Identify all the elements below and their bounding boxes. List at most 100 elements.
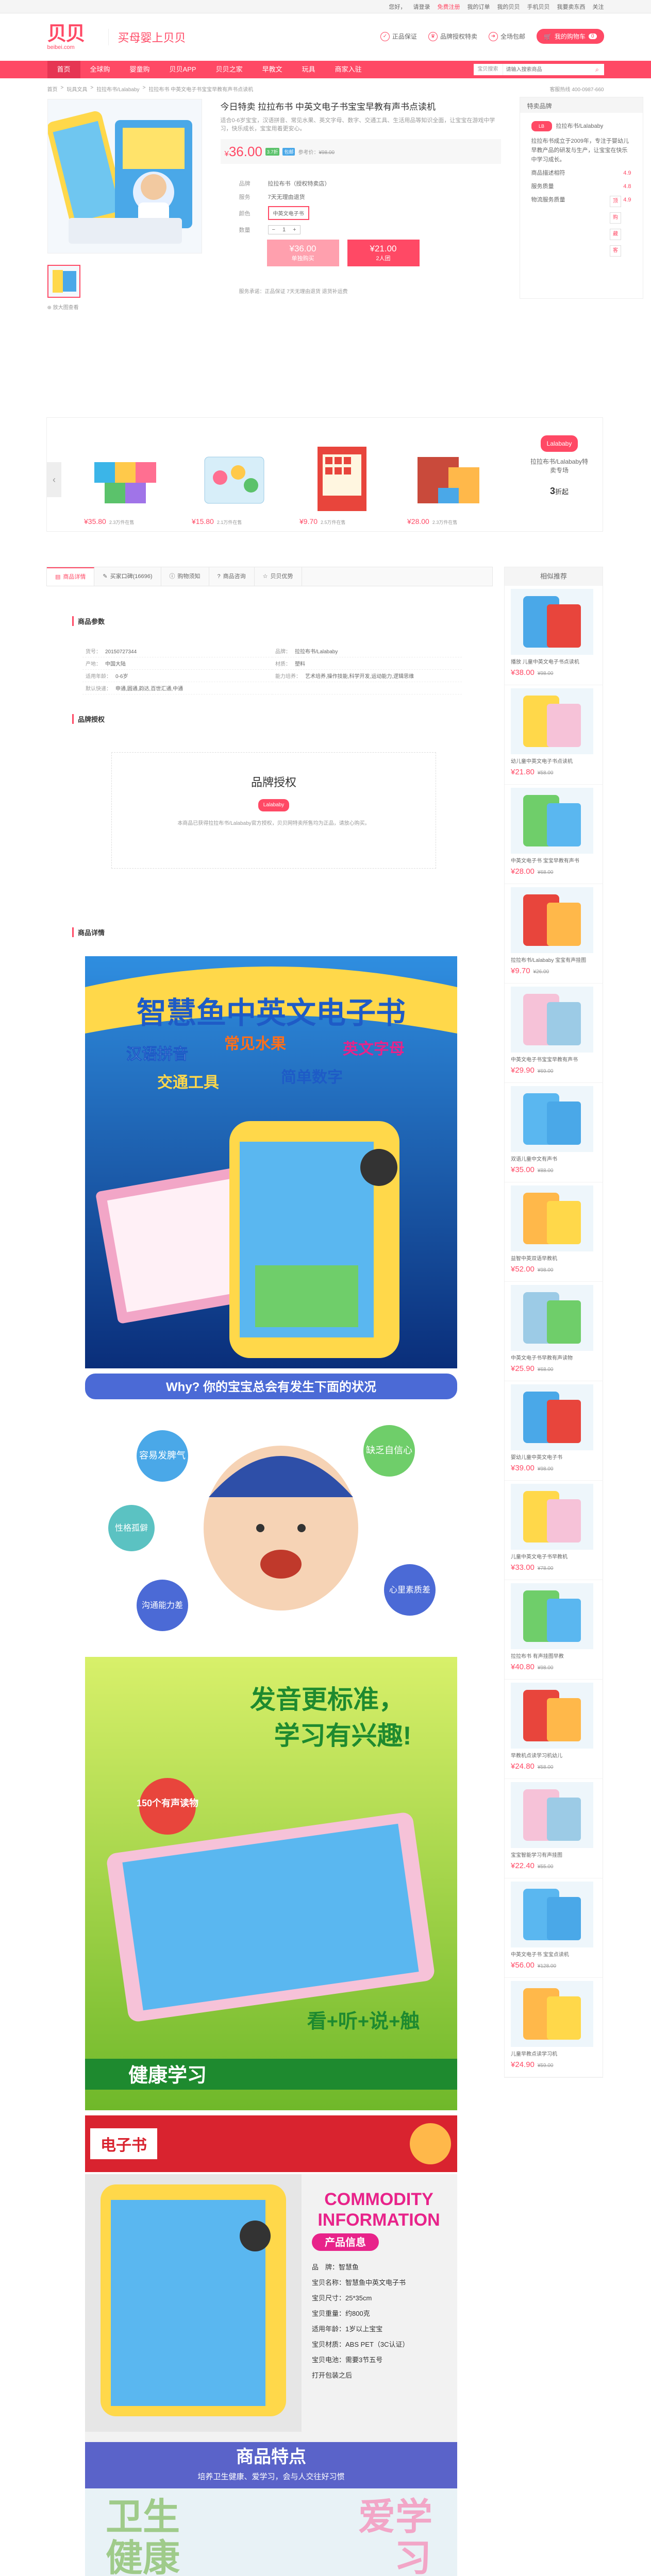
recommend-item-image xyxy=(511,589,593,655)
search-input[interactable] xyxy=(503,64,591,75)
breadcrumb-category[interactable]: 玩具文具 xyxy=(66,85,87,93)
recommend-item[interactable]: 儿童早教点读学习机 ¥24.90 ¥59.00 xyxy=(505,1978,603,2077)
comm-spec: 宝贝名称：智慧鱼中英文电子书 xyxy=(312,2279,406,2286)
search-icon[interactable]: ⌕ xyxy=(590,64,604,75)
recommend-item[interactable]: 宝宝智能学习有声挂图 ¥22.40 ¥55.00 xyxy=(505,1779,603,1878)
ebook-banner-title: 电子书 xyxy=(101,2137,147,2154)
nav-item-edu[interactable]: 早教文 xyxy=(253,61,292,78)
brand-info[interactable]: LB 拉拉布书/Lalababy xyxy=(531,121,631,131)
recommend-item-old-price: ¥88.00 xyxy=(537,1168,554,1174)
recommend-item-old-price: ¥69.00 xyxy=(537,1069,554,1074)
recommend-item[interactable]: 幼儿童中英文电子书点读机 ¥21.80 ¥58.00 xyxy=(505,685,603,785)
nav-item-baby[interactable]: 婴童购 xyxy=(120,61,160,78)
recommend-item[interactable]: 拉拉布书 有声挂图早教 ¥40.80 ¥98.00 xyxy=(505,1580,603,1680)
score-value: 4.8 xyxy=(623,183,631,190)
recommend-item[interactable]: 儿童中英文电子书早教机 ¥33.00 ¥78.00 xyxy=(505,1481,603,1580)
buy-alone-button[interactable]: ¥36.00 单独购买 xyxy=(266,240,339,266)
auth-title: 品牌授权 xyxy=(251,776,296,789)
nav-item-home[interactable]: 首页 xyxy=(47,61,80,78)
feature-word: 习 xyxy=(394,2538,431,2576)
top-follow-link[interactable]: 关注 xyxy=(593,3,604,11)
detail-image-5: COMMODITY INFORMATION 产品信息 品 牌：智慧鱼 宝贝名称：… xyxy=(85,2174,457,2576)
param-row: 默认快递： 申通,圆通,韵达,百世汇通,中通 xyxy=(82,682,462,694)
breadcrumb-home[interactable]: 首页 xyxy=(47,85,58,93)
carousel-item[interactable]: ¥15.80 2.1万件在售 xyxy=(192,442,277,526)
search-bar: 宝贝搜索 ⌕ xyxy=(473,64,604,75)
quantity-value[interactable]: 1 xyxy=(279,226,289,234)
reference-price-label: 参考价： xyxy=(298,149,319,156)
recommend-item[interactable]: 中英文电子书早教有声读物 ¥25.90 ¥68.00 xyxy=(505,1282,603,1381)
chevron-left-icon[interactable]: ‹ xyxy=(47,462,61,497)
service-icon[interactable]: 客 xyxy=(610,245,621,257)
recommend-item-image xyxy=(511,1086,593,1152)
plus-icon[interactable]: + xyxy=(289,226,299,234)
back-to-top-icon[interactable]: 顶 xyxy=(610,196,621,207)
main-nav: 首页 全球购 婴童购 贝贝APP 贝贝之家 早教文 玩具 商家入驻 宝贝搜索 ⌕ xyxy=(0,61,651,78)
guarantee-brand: ♛ 品牌授权特卖 xyxy=(428,31,477,41)
recommend-item-image xyxy=(511,987,593,1053)
tab-reviews[interactable]: ✎ 买家口碑(16696) xyxy=(94,567,161,586)
detail-slogan-1: 发音更标准， xyxy=(250,1685,405,1714)
comm-spec: 宝贝材质：ABS PET（3C认证） xyxy=(312,2341,409,2348)
site-logo[interactable]: 贝贝 beibei.com xyxy=(47,24,99,50)
tab-details[interactable]: ▤ 商品详情 xyxy=(47,567,95,586)
detail-baby-image: Why? 你的宝宝总会有发生下面的状况 容易发脾气 缺乏自信心 性格孤僻 心里素… xyxy=(85,1374,457,1652)
tab-consult[interactable]: ? 商品咨询 xyxy=(209,567,255,586)
recommend-item-price: ¥21.80 ¥58.00 xyxy=(511,768,596,776)
recommend-item-price: ¥24.90 ¥59.00 xyxy=(511,2060,596,2069)
nav-item-toys[interactable]: 玩具 xyxy=(292,61,325,78)
recommend-item-name: 中英文电子书 宝宝点读机 xyxy=(511,1952,569,1958)
nav-item-app[interactable]: 贝贝APP xyxy=(160,61,206,78)
recommend-item[interactable]: 播放 儿童中英文电子书点读机 ¥38.00 ¥98.00 xyxy=(505,586,603,685)
brand-value[interactable]: 拉拉布书（授权特卖店） xyxy=(268,179,330,188)
top-bar: 您好， 请登录 免费注册 我的订单 我的贝贝 手机贝贝 我要卖东西 关注 xyxy=(0,0,651,13)
favorite-icon[interactable]: 藏 xyxy=(610,229,621,240)
nav-item-merchant[interactable]: 商家入驻 xyxy=(325,61,372,78)
nav-item-home2[interactable]: 贝贝之家 xyxy=(206,61,253,78)
recommend-item-name: 中英文电子书 宝宝早教有声书 xyxy=(511,858,579,864)
top-mobile-link[interactable]: 手机贝贝 xyxy=(527,3,550,11)
tab-advantages[interactable]: ☆ 贝贝优势 xyxy=(255,567,302,586)
top-login-link[interactable]: 请登录 xyxy=(413,3,430,11)
tab-notice[interactable]: ⓘ 购物须知 xyxy=(161,567,209,586)
carousel-item[interactable]: ¥35.80 2.3万件在售 xyxy=(84,442,169,526)
option-rows: 品牌 拉拉布书（授权特卖店） 服务 7天无理由退货 颜色 中英文电子书 数量 −1 + xyxy=(221,179,501,234)
nav-item-global[interactable]: 全球购 xyxy=(80,61,120,78)
recommend-item[interactable]: 中英文电子书 宝宝点读机 ¥56.00 ¥128.00 xyxy=(505,1878,603,1978)
recommend-item[interactable]: 中英文电子书 宝宝早教有声书 ¥28.00 ¥68.00 xyxy=(505,785,603,884)
recommend-item[interactable]: 拉拉布书/Lalababy 宝宝有声挂图 ¥9.70 ¥26.00 xyxy=(505,884,603,984)
recommend-item[interactable]: 婴幼儿童中英文电子书 ¥39.00 ¥98.00 xyxy=(505,1381,603,1481)
minus-icon[interactable]: − xyxy=(269,226,279,234)
top-register-link[interactable]: 免费注册 xyxy=(438,3,460,11)
recommend-item[interactable]: 早教机点读学习机幼儿 ¥24.80 ¥58.00 xyxy=(505,1680,603,1779)
top-mybeibei-link[interactable]: 我的贝贝 xyxy=(497,3,520,11)
cart-button[interactable]: 🛒 我的购物车 0 xyxy=(536,29,604,44)
style-option[interactable]: 中英文电子书 xyxy=(268,206,309,220)
search-type-select[interactable]: 宝贝搜索 xyxy=(473,64,503,75)
recommend-item-price: ¥52.00 ¥98.00 xyxy=(511,1265,596,1274)
recommend-item[interactable]: 益智中英双语早教机 ¥52.00 ¥98.00 xyxy=(505,1182,603,1282)
comm-spec: 品 牌：智慧鱼 xyxy=(312,2263,359,2271)
cart-float-icon[interactable]: 购 xyxy=(610,212,621,224)
carousel-sold: 2.3万件在售 xyxy=(109,520,135,525)
product-main-image[interactable] xyxy=(47,99,202,253)
recommend-item-image xyxy=(511,1285,593,1351)
feature-word: 健康 xyxy=(106,2538,180,2576)
param-value: 艺术培养,操作技能,科学开发,运动能力,逻辑思维 xyxy=(305,674,414,680)
carousel-brand[interactable]: Lalababy 拉拉布书/Lalababy特卖专场 3折起 xyxy=(528,435,590,497)
breadcrumb-brand[interactable]: 拉拉布书/Lalababy xyxy=(96,85,139,93)
carousel-item[interactable]: ¥9.70 2.5万件在售 xyxy=(299,442,385,526)
product-photo xyxy=(47,99,202,253)
carousel-item[interactable]: ¥28.00 2.3万件在售 xyxy=(407,442,492,526)
cart-label: 我的购物车 xyxy=(554,33,586,40)
zoom-hint[interactable]: ⊕ 放大图查看 xyxy=(47,303,218,311)
recommend-item[interactable]: 中英文电子书宝宝早教有声书 ¥29.90 ¥69.00 xyxy=(505,984,603,1083)
quantity-stepper: −1 + xyxy=(268,225,301,234)
group-buy-button[interactable]: ¥21.00 2人团 xyxy=(347,240,420,266)
top-orders-link[interactable]: 我的订单 xyxy=(468,3,490,11)
logo-url: beibei.com xyxy=(47,44,75,50)
top-sell-link[interactable]: 我要卖东西 xyxy=(557,3,586,11)
thumbnail[interactable] xyxy=(47,265,80,298)
recommend-item[interactable]: 双语儿童中文有声书 ¥35.00 ¥88.00 xyxy=(505,1083,603,1182)
carousel-sold: 2.3万件在售 xyxy=(432,520,458,525)
